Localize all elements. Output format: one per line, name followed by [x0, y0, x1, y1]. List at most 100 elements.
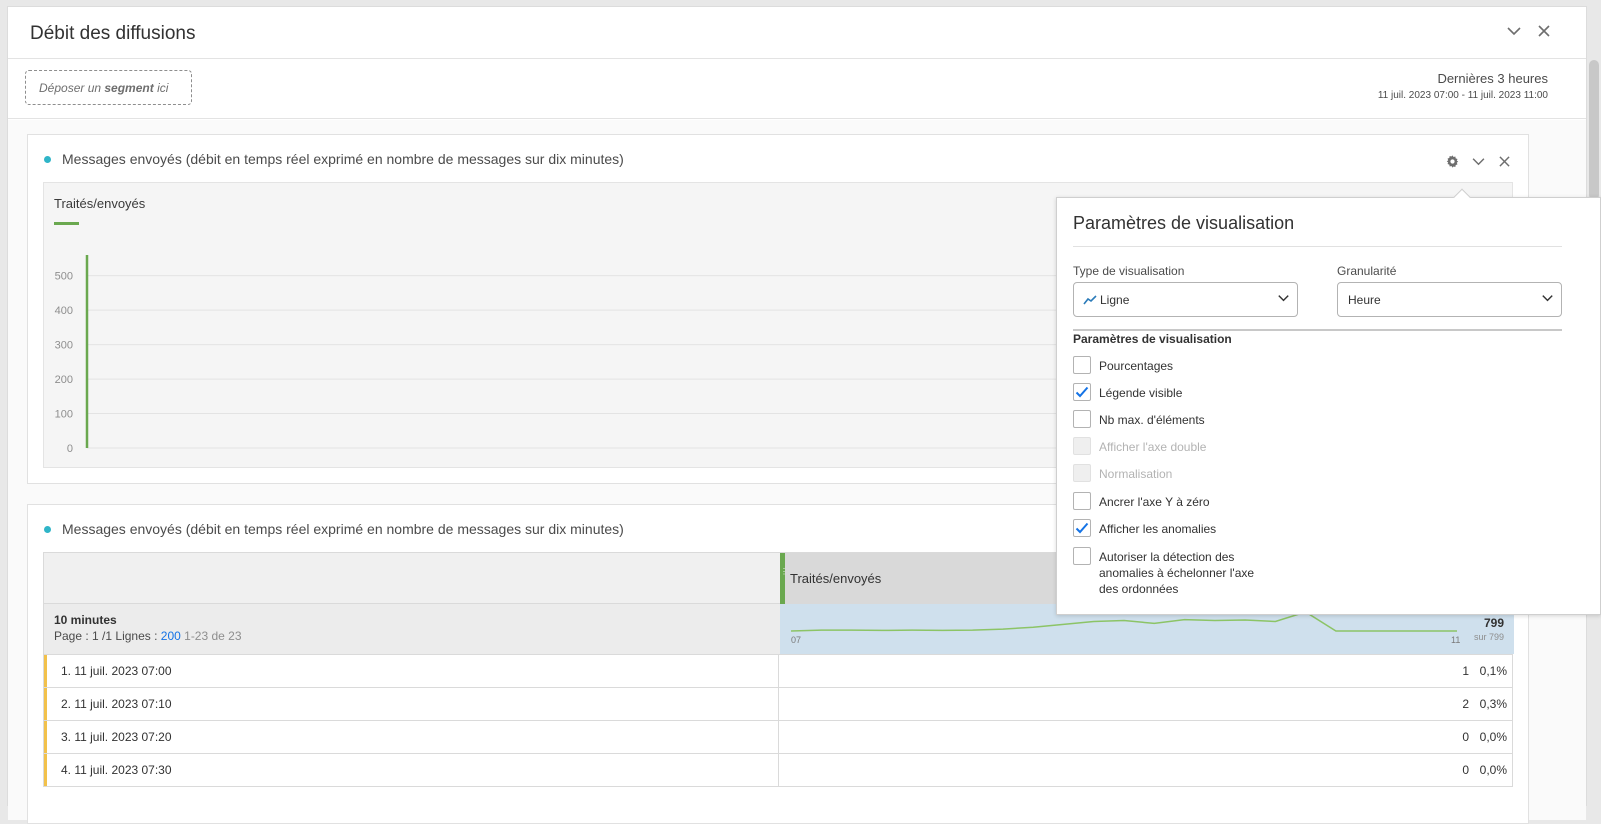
row-value: 2: [1462, 697, 1469, 711]
line-chart-icon: [1083, 295, 1097, 305]
option-checkbox: Normalisation: [1073, 464, 1269, 482]
date-range-preset[interactable]: Dernières 3 heures: [1437, 71, 1548, 86]
viz-type-value: Ligne: [1100, 293, 1130, 307]
page-indicator: Page : 1 /1: [54, 629, 113, 643]
option-label: Afficher les anomalies: [1099, 522, 1217, 536]
checkbox[interactable]: [1073, 356, 1091, 374]
viz-title[interactable]: Messages envoyés (débit en temps réel ex…: [62, 151, 624, 167]
row-value: 0: [1462, 763, 1469, 777]
checkbox[interactable]: [1073, 519, 1091, 537]
table-row[interactable]: 1. 11 juil. 2023 07:00 1 0,1%: [43, 655, 1513, 688]
segment-drop-text: Déposer un: [39, 81, 105, 95]
table-row[interactable]: 2. 11 juil. 2023 07:10 2 0,3%: [43, 688, 1513, 721]
checkbox: [1073, 464, 1091, 482]
option-label: Afficher l'axe double: [1099, 440, 1207, 454]
row-label[interactable]: 3. 11 juil. 2023 07:20: [61, 730, 172, 744]
row-accent: [44, 655, 47, 687]
column-divider: [778, 688, 779, 720]
checkbox: [1073, 437, 1091, 455]
checkbox[interactable]: [1073, 410, 1091, 428]
metric-column-label: Traités/envoyés: [790, 571, 882, 586]
option-checkbox: Afficher l'axe double: [1073, 437, 1269, 455]
rows-per-page[interactable]: 200: [161, 629, 181, 643]
checkmark-icon: [1075, 386, 1089, 398]
checkbox[interactable]: [1073, 492, 1091, 510]
segment-row: Déposer un segment ici Dernières 3 heure…: [8, 59, 1586, 119]
viz-title[interactable]: Messages envoyés (débit en temps réel ex…: [62, 521, 624, 537]
metric-total-sub: sur 799: [1473, 632, 1504, 642]
panel-title: Débit des diffusions: [30, 23, 196, 44]
segment-drop-suffix: ici: [153, 81, 169, 95]
table-body: 1. 11 juil. 2023 07:00 1 0,1% 2. 11 juil. 2…: [43, 655, 1513, 787]
row-value: 1: [1462, 664, 1469, 678]
metric-total: 799: [1483, 616, 1504, 630]
panel-header: Débit des diffusions: [8, 7, 1586, 59]
column-divider: [778, 754, 779, 786]
row-label[interactable]: 2. 11 juil. 2023 07:10: [61, 697, 172, 711]
chevron-down-icon[interactable]: [1504, 21, 1524, 41]
chevron-down-icon: [1278, 295, 1289, 302]
checkbox[interactable]: [1073, 547, 1091, 565]
drag-handle-icon[interactable]: ⋮: [780, 568, 788, 587]
option-checkbox[interactable]: Nb max. d'éléments: [1073, 410, 1269, 428]
row-percent: 0,3%: [1479, 697, 1507, 711]
options-heading: Paramètres de visualisation: [1073, 332, 1232, 346]
column-divider: [778, 655, 779, 687]
option-label: Ancrer l'axe Y à zéro: [1099, 495, 1210, 509]
granularity-value: Heure: [1348, 293, 1381, 307]
rows-label: Lignes :: [115, 629, 161, 643]
option-label: Pourcentages: [1099, 359, 1174, 373]
row-label[interactable]: 4. 11 juil. 2023 07:30: [61, 763, 172, 777]
option-checkbox[interactable]: Ancrer l'axe Y à zéro: [1073, 492, 1269, 510]
gear-icon[interactable]: [1442, 151, 1462, 171]
table-row[interactable]: 4. 11 juil. 2023 07:30 0 0,0%: [43, 754, 1513, 787]
sparkline-start-label: 07: [791, 635, 802, 645]
divider: [1073, 246, 1562, 247]
granularity-label: Granularité: [1337, 264, 1397, 278]
popover-title: Paramètres de visualisation: [1073, 213, 1295, 233]
dimension-summary: 10 minutes Page : 1 /1 Lignes : 200 1-23…: [54, 613, 242, 643]
row-accent: [44, 721, 47, 753]
status-dot: [44, 526, 51, 533]
option-label: Autoriser la détection des anomalies à é…: [1099, 550, 1255, 596]
column-divider: [778, 721, 779, 753]
y-tick-label: 300: [55, 340, 73, 352]
row-range: 1-23 de 23: [184, 629, 242, 643]
y-tick-label: 100: [55, 409, 73, 421]
y-tick-label: 400: [55, 305, 73, 317]
divider: [1073, 329, 1562, 331]
viz-type-select[interactable]: Ligne: [1073, 282, 1298, 317]
status-dot: [44, 156, 51, 163]
option-label: Nb max. d'éléments: [1099, 413, 1205, 427]
close-icon[interactable]: [1534, 21, 1554, 41]
row-value: 0: [1462, 730, 1469, 744]
viz-type-label: Type de visualisation: [1073, 264, 1185, 278]
row-percent: 0,1%: [1479, 664, 1507, 678]
checkmark-icon: [1075, 522, 1089, 534]
checkbox[interactable]: [1073, 383, 1091, 401]
close-icon[interactable]: [1494, 151, 1514, 171]
option-checkbox[interactable]: Pourcentages: [1073, 356, 1269, 374]
y-tick-label: 0: [67, 443, 73, 455]
row-accent: [44, 688, 47, 720]
option-label: Normalisation: [1099, 467, 1173, 481]
chevron-down-icon[interactable]: [1468, 151, 1488, 171]
y-tick-label: 200: [55, 374, 73, 386]
option-checkbox[interactable]: Afficher les anomalies: [1073, 519, 1269, 537]
visualization-settings-popover: Paramètres de visualisation Type de visu…: [1056, 188, 1601, 615]
row-accent: [44, 754, 47, 786]
granularity-select[interactable]: Heure: [1337, 282, 1562, 317]
chevron-down-icon: [1542, 295, 1553, 302]
option-checkbox[interactable]: Légende visible: [1073, 383, 1269, 401]
date-range-value[interactable]: 11 juil. 2023 07:00 - 11 juil. 2023 11:0…: [1378, 90, 1548, 101]
sparkline-end-label: 11: [1451, 635, 1461, 645]
option-label: Légende visible: [1099, 386, 1183, 400]
dimension-name[interactable]: 10 minutes: [54, 613, 242, 627]
row-percent: 0,0%: [1479, 763, 1507, 777]
table-row[interactable]: 3. 11 juil. 2023 07:20 0 0,0%: [43, 721, 1513, 754]
y-tick-label: 500: [55, 271, 73, 283]
option-checkbox[interactable]: Autoriser la détection des anomalies à é…: [1073, 547, 1269, 597]
scrollbar-thumb[interactable]: [1589, 60, 1599, 200]
segment-drop-zone[interactable]: Déposer un segment ici: [25, 70, 192, 105]
row-label[interactable]: 1. 11 juil. 2023 07:00: [61, 664, 172, 678]
